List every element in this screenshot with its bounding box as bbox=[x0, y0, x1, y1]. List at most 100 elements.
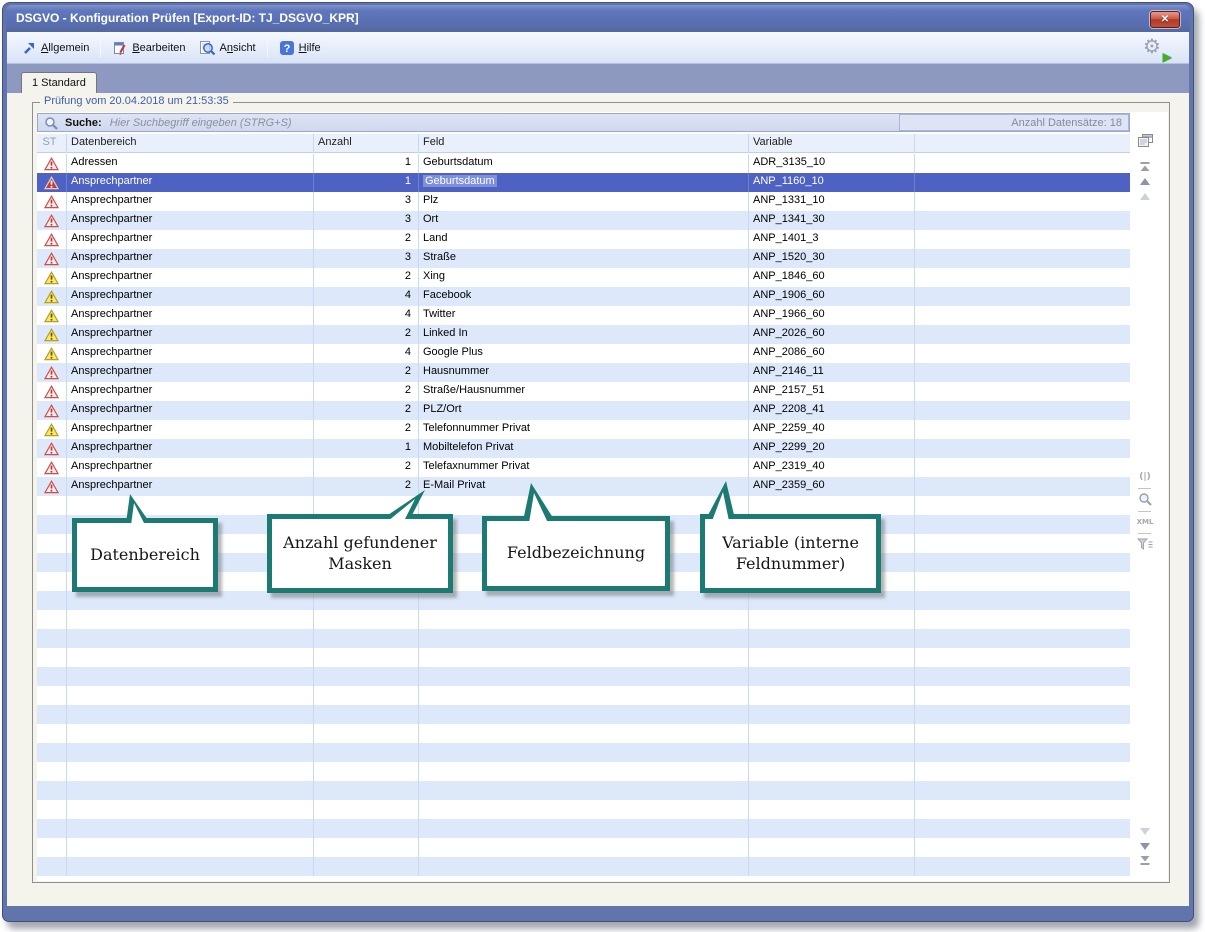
toolbar-separator bbox=[100, 38, 101, 58]
table-row[interactable]: Ansprechpartner2Straße/HausnummerANP_215… bbox=[37, 382, 1130, 401]
cell-datenbereich: Ansprechpartner bbox=[67, 382, 314, 401]
table-row[interactable]: Ansprechpartner2XingANP_1846_60 bbox=[37, 268, 1130, 287]
up-arrow-disabled-icon bbox=[1139, 192, 1151, 201]
table-row[interactable]: Ansprechpartner2E-Mail PrivatANP_2359_60 bbox=[37, 477, 1130, 496]
scroll-top-button[interactable] bbox=[1135, 159, 1155, 173]
search-icon bbox=[44, 116, 59, 130]
table-row[interactable]: Adressen1GeburtsdatumADR_3135_10 bbox=[37, 154, 1130, 173]
cell-feld: PLZ/Ort bbox=[419, 401, 749, 420]
header-cell-datenbereich[interactable]: Datenbereich bbox=[67, 134, 314, 153]
app-window: DSGVO - Konfiguration Prüfen [Export-ID:… bbox=[2, 2, 1194, 922]
down-arrow-disabled-button[interactable] bbox=[1135, 824, 1155, 838]
filter-button[interactable] bbox=[1135, 537, 1155, 551]
up-arrow-button[interactable] bbox=[1135, 174, 1155, 188]
cell-datenbereich: Ansprechpartner bbox=[67, 439, 314, 458]
table-row[interactable]: Ansprechpartner2Linked InANP_2026_60 bbox=[37, 325, 1130, 344]
table-row[interactable]: Ansprechpartner2HausnummerANP_2146_11 bbox=[37, 363, 1130, 382]
cell-feld bbox=[419, 629, 749, 648]
callout-text: Variable (interne Feldnummer) bbox=[711, 533, 870, 575]
table-row[interactable]: Ansprechpartner4Google PlusANP_2086_60 bbox=[37, 344, 1130, 363]
cell-filler bbox=[915, 724, 1130, 743]
up-arrow-icon bbox=[1139, 177, 1151, 186]
header-cell-st[interactable]: ST bbox=[37, 134, 67, 153]
header-cell-feld[interactable]: Feld bbox=[419, 134, 749, 153]
table-row[interactable]: Ansprechpartner4TwitterANP_1966_60 bbox=[37, 306, 1130, 325]
cell-datenbereich: Ansprechpartner bbox=[67, 401, 314, 420]
cell-anzahl bbox=[314, 819, 419, 838]
callout-text: Feldbezeichnung bbox=[507, 543, 645, 564]
xml-button[interactable]: XML bbox=[1135, 515, 1155, 529]
close-button[interactable]: ✕ bbox=[1150, 11, 1180, 28]
toolbar-item-allgemein[interactable]: Allgemein bbox=[15, 37, 95, 59]
warning-icon bbox=[44, 309, 59, 323]
table-row[interactable]: Ansprechpartner1GeburtsdatumANP_1160_10 bbox=[37, 173, 1130, 192]
focused-cell-value: Geburtsdatum bbox=[423, 175, 497, 187]
cell-anzahl: 4 bbox=[314, 344, 419, 363]
xml-icon: XML bbox=[1137, 518, 1154, 526]
up-arrow-disabled-button[interactable] bbox=[1135, 189, 1155, 203]
cell-st bbox=[37, 382, 67, 401]
cell-variable: ANP_1331_10 bbox=[749, 192, 915, 211]
table-row[interactable]: Ansprechpartner2Telefaxnummer PrivatANP_… bbox=[37, 458, 1130, 477]
warning-icon bbox=[44, 271, 59, 285]
cell-filler bbox=[915, 572, 1130, 591]
cell-st bbox=[37, 363, 67, 382]
cell-st bbox=[37, 401, 67, 420]
cell-filler bbox=[915, 819, 1130, 838]
table-row[interactable]: Ansprechpartner3PlzANP_1331_10 bbox=[37, 192, 1130, 211]
table-row[interactable]: Ansprechpartner3OrtANP_1341_30 bbox=[37, 211, 1130, 230]
table-row-empty bbox=[37, 610, 1130, 629]
cell-datenbereich bbox=[67, 686, 314, 705]
cell-st bbox=[37, 800, 67, 819]
cell-feld bbox=[419, 667, 749, 686]
table-row[interactable]: Ansprechpartner2Telefonnummer PrivatANP_… bbox=[37, 420, 1130, 439]
error-warning-icon bbox=[44, 442, 59, 456]
cell-filler bbox=[915, 325, 1130, 344]
toolbar-item-hilfe[interactable]: ?Hilfe bbox=[273, 37, 327, 59]
title-bar[interactable]: DSGVO - Konfiguration Prüfen [Export-ID:… bbox=[6, 5, 1190, 32]
cell-feld: Linked In bbox=[419, 325, 749, 344]
header-cell-variable[interactable]: Variable bbox=[749, 134, 915, 153]
toolbar-item-bearbeiten[interactable]: Bearbeiten bbox=[106, 37, 191, 59]
cell-datenbereich: Ansprechpartner bbox=[67, 287, 314, 306]
zoom-button[interactable] bbox=[1135, 492, 1155, 506]
toolbar-item-ansicht[interactable]: Ansicht bbox=[192, 37, 262, 59]
gear-icon: ⚙ bbox=[1143, 34, 1161, 58]
cell-anzahl bbox=[314, 648, 419, 667]
cell-datenbereich: Ansprechpartner bbox=[67, 192, 314, 211]
run-configuration-button[interactable]: ⚙ ▶ bbox=[1141, 34, 1171, 62]
column-chooser-icon bbox=[1137, 134, 1154, 148]
cell-st bbox=[37, 306, 67, 325]
table-row[interactable]: Ansprechpartner2LandANP_1401_3 bbox=[37, 230, 1130, 249]
table-row[interactable]: Ansprechpartner3StraßeANP_1520_30 bbox=[37, 249, 1130, 268]
record-count: Anzahl Datensätze: 18 bbox=[899, 114, 1129, 131]
pruefung-groupbox: Prüfung vom 20.04.2018 um 21:53:35 Suche… bbox=[32, 102, 1170, 883]
cell-st bbox=[37, 211, 67, 230]
table-row[interactable]: Ansprechpartner4FacebookANP_1906_60 bbox=[37, 287, 1130, 306]
search-input[interactable]: Hier Suchbegriff eingeben (STRG+S) bbox=[110, 117, 292, 129]
table-row[interactable]: Ansprechpartner2PLZ/OrtANP_2208_41 bbox=[37, 401, 1130, 420]
cell-variable bbox=[749, 496, 915, 515]
header-cell-anzahl[interactable]: Anzahl bbox=[314, 134, 419, 153]
cell-datenbereich: Ansprechpartner bbox=[67, 477, 314, 496]
cell-feld: Straße bbox=[419, 249, 749, 268]
header-cell-filler[interactable] bbox=[915, 134, 1130, 153]
error-warning-icon bbox=[44, 157, 59, 171]
cell-st bbox=[37, 629, 67, 648]
search-bar[interactable]: Suche: Hier Suchbegriff eingeben (STRG+S… bbox=[37, 113, 1130, 132]
column-chooser-button[interactable] bbox=[1135, 134, 1155, 148]
down-arrow-button[interactable] bbox=[1135, 839, 1155, 853]
cell-st bbox=[37, 230, 67, 249]
cell-variable: ANP_1341_30 bbox=[749, 211, 915, 230]
scroll-bottom-button[interactable] bbox=[1135, 853, 1155, 867]
table-row[interactable]: Ansprechpartner1Mobiltelefon PrivatANP_2… bbox=[37, 439, 1130, 458]
cell-variable bbox=[749, 838, 915, 857]
cell-feld bbox=[419, 724, 749, 743]
cell-anzahl bbox=[314, 610, 419, 629]
edit-pad-icon bbox=[112, 40, 128, 56]
cell-variable: ANP_2299_20 bbox=[749, 439, 915, 458]
toolbar-items: Allgemein BearbeitenAnsicht ?Hilfe bbox=[15, 37, 327, 59]
tab-standard[interactable]: 1 Standard bbox=[21, 72, 97, 93]
brackets-button[interactable]: (|) bbox=[1135, 470, 1155, 484]
toolbar-item-label: Allgemein bbox=[41, 42, 89, 54]
